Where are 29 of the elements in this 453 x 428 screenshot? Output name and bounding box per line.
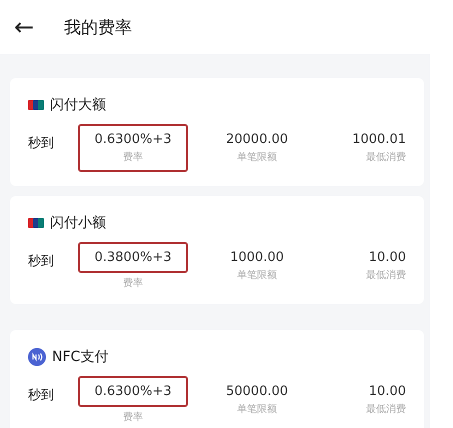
limit-label: 单笔限额 bbox=[237, 268, 277, 282]
minimum-value: 1000.01 bbox=[352, 132, 406, 147]
settlement-label: 秒到 bbox=[28, 135, 55, 152]
minimum-value: 10.00 bbox=[368, 250, 406, 265]
minimum-label: 最低消费 bbox=[366, 150, 406, 164]
limit-value: 1000.00 bbox=[230, 250, 284, 265]
rate-label: 费率 bbox=[123, 276, 143, 290]
limit-label: 单笔限额 bbox=[237, 150, 277, 164]
rate-value: 0.6300%+3 bbox=[94, 384, 172, 399]
limit-label: 单笔限额 bbox=[237, 402, 277, 416]
limit-value: 20000.00 bbox=[226, 132, 288, 147]
card-title: 闪付大额 bbox=[50, 96, 106, 114]
rate-value: 0.6300%+3 bbox=[94, 132, 172, 147]
minimum-label: 最低消费 bbox=[366, 402, 406, 416]
card-logo-icon bbox=[28, 217, 44, 229]
nfc-icon bbox=[28, 348, 46, 366]
settlement-label: 秒到 bbox=[28, 387, 55, 404]
settlement-label: 秒到 bbox=[28, 253, 55, 270]
page-title: 我的费率 bbox=[64, 16, 132, 38]
card-logo-icon bbox=[28, 99, 44, 111]
rate-value: 0.3800%+3 bbox=[94, 250, 172, 265]
back-button[interactable]: ← bbox=[14, 15, 34, 39]
rate-label: 费率 bbox=[123, 410, 143, 424]
minimum-label: 最低消费 bbox=[366, 268, 406, 282]
rate-label: 费率 bbox=[123, 150, 143, 164]
minimum-value: 10.00 bbox=[368, 384, 406, 399]
limit-value: 50000.00 bbox=[226, 384, 288, 399]
card-title: NFC支付 bbox=[52, 348, 108, 366]
card-title: 闪付小额 bbox=[50, 214, 106, 232]
